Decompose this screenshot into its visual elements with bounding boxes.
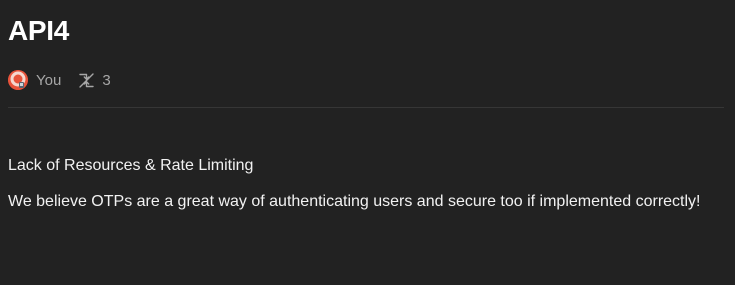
- fork-arrows-icon[interactable]: [78, 72, 95, 89]
- page: API4 You 3 Lack of Resources & Rate Limi…: [0, 0, 735, 285]
- page-title: API4: [8, 15, 70, 46]
- divider: [8, 107, 724, 108]
- author[interactable]: You: [8, 70, 61, 90]
- meta-bar: You 3: [8, 69, 111, 91]
- section-heading: Lack of Resources & Rate Limiting: [8, 157, 254, 174]
- avatar-lifebuoy-icon: [8, 70, 28, 90]
- avatar[interactable]: [8, 70, 28, 90]
- author-name[interactable]: You: [36, 72, 61, 89]
- body-text: We believe OTPs are a great way of authe…: [8, 193, 701, 210]
- forks[interactable]: 3: [78, 71, 111, 89]
- fork-count: 3: [102, 71, 111, 89]
